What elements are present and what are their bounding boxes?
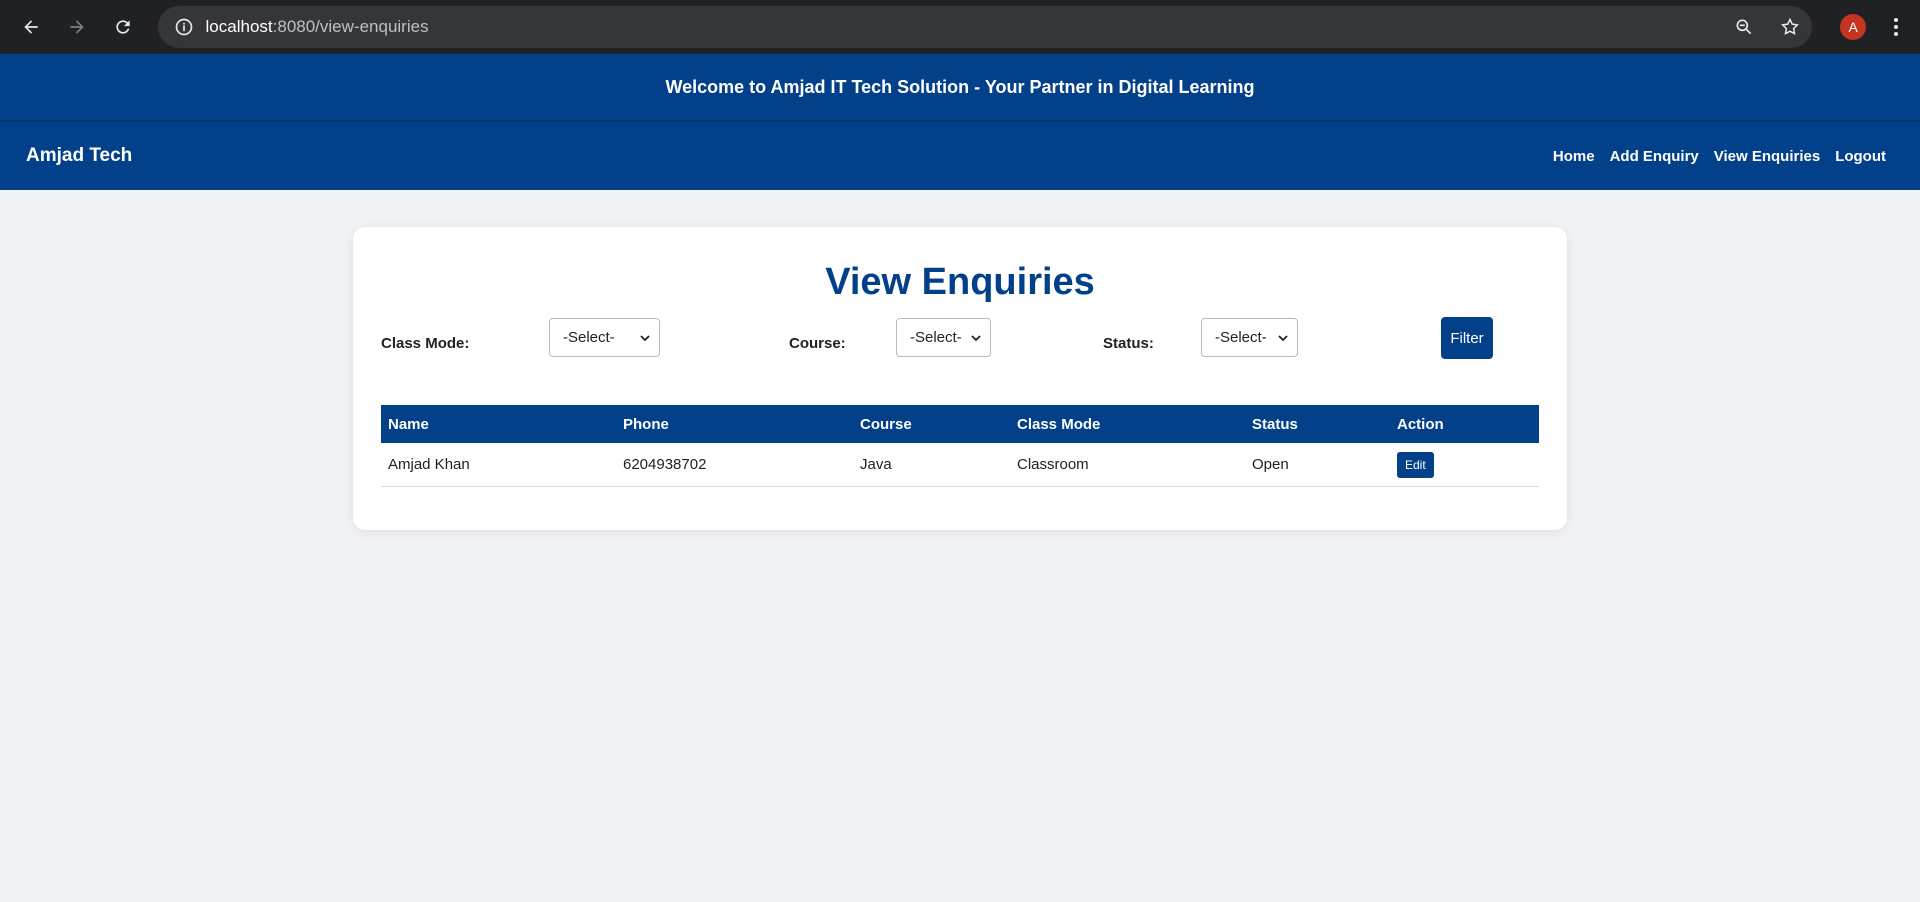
page-title: View Enquiries [825,261,1095,303]
table-row: Amjad Khan 6204938702 Java Classroom Ope… [381,443,1539,487]
filter-button[interactable]: Filter [1441,317,1493,359]
nav-link-logout[interactable]: Logout [1835,148,1886,165]
cell-status: Open [1245,443,1390,487]
star-icon[interactable] [1780,17,1800,37]
cell-class-mode: Classroom [1010,443,1245,487]
course-label: Course: [789,335,846,352]
welcome-banner: Welcome to Amjad IT Tech Solution - Your… [0,54,1920,122]
brand-logo[interactable]: Amjad Tech [26,145,132,167]
enquiries-card: View Enquiries Class Mode: -Select- Cour… [353,227,1567,530]
header-action: Action [1397,415,1444,433]
cell-phone: 6204938702 [616,443,853,487]
header-course: Course [860,415,912,433]
status-label: Status: [1103,335,1154,352]
back-button[interactable] [14,10,48,44]
cell-name: Amjad Khan [381,443,616,487]
header-status: Status [1252,415,1298,433]
chevron-down-icon [1278,334,1288,341]
nav-link-home[interactable]: Home [1553,148,1595,165]
nav-link-add-enquiry[interactable]: Add Enquiry [1610,148,1699,165]
edit-button[interactable]: Edit [1397,451,1434,478]
zoom-icon[interactable] [1734,17,1754,37]
info-icon[interactable] [174,17,194,37]
chevron-down-icon [640,334,650,341]
class-mode-select-value: -Select- [563,329,615,346]
class-mode-label: Class Mode: [381,335,470,352]
nav-links: Home Add Enquiry View Enquiries Logout [1553,148,1886,165]
url-path: :8080/view-enquiries [272,17,429,36]
cell-action: Edit [1390,443,1539,487]
status-select-value: -Select- [1215,329,1267,346]
chevron-down-icon [971,334,981,341]
url-host: localhost [205,17,273,36]
url-text[interactable]: localhost:8080/view-enquiries [206,17,1735,37]
arrow-right-icon [70,20,84,34]
forward-button[interactable] [60,10,94,44]
status-select[interactable]: -Select- [1201,318,1298,357]
reload-icon [115,20,130,34]
header-phone: Phone [623,415,669,433]
course-select[interactable]: -Select- [896,318,991,357]
site-navbar: Amjad Tech Home Add Enquiry View Enquiri… [0,122,1920,190]
address-bar[interactable]: localhost:8080/view-enquiries [157,6,1813,48]
enquiries-table: Name Phone Course Class Mode Status Acti… [381,405,1539,487]
table-header-row: Name Phone Course Class Mode Status Acti… [381,405,1539,443]
course-select-value: -Select- [910,329,962,346]
browser-toolbar: localhost:8080/view-enquiries A [0,0,1920,54]
profile-avatar[interactable]: A [1840,14,1867,40]
nav-link-view-enquiries[interactable]: View Enquiries [1714,148,1820,165]
cell-course: Java [853,443,1010,487]
class-mode-select[interactable]: -Select- [549,318,660,357]
header-name: Name [388,415,429,433]
header-class-mode: Class Mode [1017,415,1101,433]
arrow-left-icon [24,20,38,34]
reload-button[interactable] [106,10,140,44]
browser-menu-icon[interactable] [1886,18,1906,36]
filter-bar: Class Mode: -Select- Course: -Select- St… [381,307,1539,387]
